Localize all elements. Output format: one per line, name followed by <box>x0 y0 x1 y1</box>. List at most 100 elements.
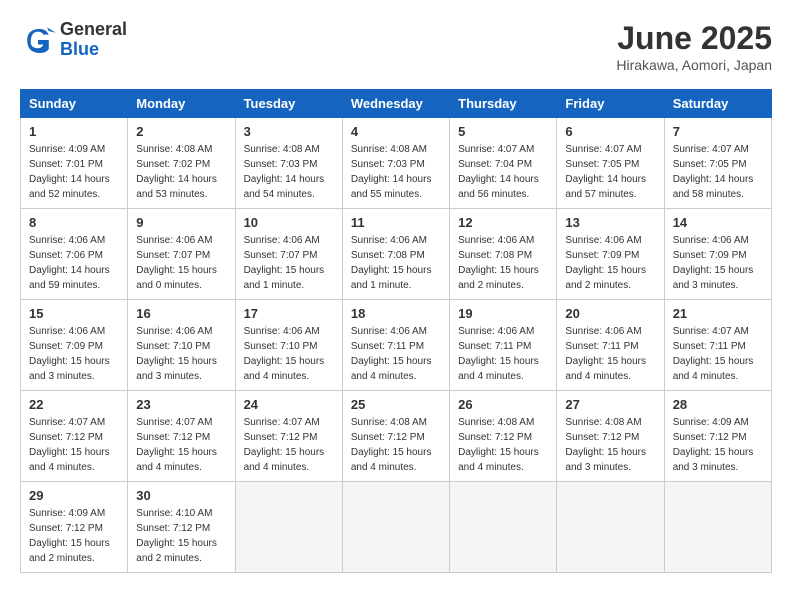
day-info: Sunrise: 4:06 AMSunset: 7:10 PMDaylight:… <box>244 324 334 384</box>
day-info: Sunrise: 4:06 AMSunset: 7:09 PMDaylight:… <box>565 233 655 293</box>
header-day-sunday: Sunday <box>21 90 128 118</box>
calendar-header: SundayMondayTuesdayWednesdayThursdayFrid… <box>21 90 772 118</box>
page-header: General Blue June 2025 Hirakawa, Aomori,… <box>20 20 772 73</box>
calendar-cell: 5 Sunrise: 4:07 AMSunset: 7:04 PMDayligh… <box>450 118 557 209</box>
day-number: 10 <box>244 215 334 230</box>
calendar-cell: 8 Sunrise: 4:06 AMSunset: 7:06 PMDayligh… <box>21 209 128 300</box>
title-area: June 2025 Hirakawa, Aomori, Japan <box>616 20 772 73</box>
calendar-cell: 9 Sunrise: 4:06 AMSunset: 7:07 PMDayligh… <box>128 209 235 300</box>
calendar-body: 1 Sunrise: 4:09 AMSunset: 7:01 PMDayligh… <box>21 118 772 573</box>
day-info: Sunrise: 4:06 AMSunset: 7:11 PMDaylight:… <box>351 324 441 384</box>
day-number: 26 <box>458 397 548 412</box>
day-number: 29 <box>29 488 119 503</box>
calendar-cell: 22 Sunrise: 4:07 AMSunset: 7:12 PMDaylig… <box>21 391 128 482</box>
calendar-cell: 29 Sunrise: 4:09 AMSunset: 7:12 PMDaylig… <box>21 482 128 573</box>
day-info: Sunrise: 4:08 AMSunset: 7:12 PMDaylight:… <box>458 415 548 475</box>
day-info: Sunrise: 4:06 AMSunset: 7:11 PMDaylight:… <box>458 324 548 384</box>
day-info: Sunrise: 4:06 AMSunset: 7:08 PMDaylight:… <box>351 233 441 293</box>
day-number: 21 <box>673 306 763 321</box>
day-info: Sunrise: 4:08 AMSunset: 7:12 PMDaylight:… <box>565 415 655 475</box>
calendar-cell: 2 Sunrise: 4:08 AMSunset: 7:02 PMDayligh… <box>128 118 235 209</box>
day-number: 24 <box>244 397 334 412</box>
day-info: Sunrise: 4:06 AMSunset: 7:11 PMDaylight:… <box>565 324 655 384</box>
calendar-cell: 13 Sunrise: 4:06 AMSunset: 7:09 PMDaylig… <box>557 209 664 300</box>
day-info: Sunrise: 4:07 AMSunset: 7:11 PMDaylight:… <box>673 324 763 384</box>
day-info: Sunrise: 4:10 AMSunset: 7:12 PMDaylight:… <box>136 506 226 566</box>
logo-general-text: General <box>60 20 127 40</box>
calendar-cell: 14 Sunrise: 4:06 AMSunset: 7:09 PMDaylig… <box>664 209 771 300</box>
day-number: 15 <box>29 306 119 321</box>
calendar-cell: 3 Sunrise: 4:08 AMSunset: 7:03 PMDayligh… <box>235 118 342 209</box>
day-info: Sunrise: 4:09 AMSunset: 7:12 PMDaylight:… <box>673 415 763 475</box>
day-number: 3 <box>244 124 334 139</box>
day-info: Sunrise: 4:06 AMSunset: 7:07 PMDaylight:… <box>136 233 226 293</box>
day-number: 11 <box>351 215 441 230</box>
calendar-cell: 7 Sunrise: 4:07 AMSunset: 7:05 PMDayligh… <box>664 118 771 209</box>
day-number: 2 <box>136 124 226 139</box>
day-number: 22 <box>29 397 119 412</box>
logo-blue-text: Blue <box>60 40 127 60</box>
calendar-cell <box>235 482 342 573</box>
calendar-cell: 12 Sunrise: 4:06 AMSunset: 7:08 PMDaylig… <box>450 209 557 300</box>
day-number: 25 <box>351 397 441 412</box>
day-number: 19 <box>458 306 548 321</box>
logo: General Blue <box>20 20 127 60</box>
day-number: 12 <box>458 215 548 230</box>
day-number: 18 <box>351 306 441 321</box>
calendar-week-5: 29 Sunrise: 4:09 AMSunset: 7:12 PMDaylig… <box>21 482 772 573</box>
day-info: Sunrise: 4:07 AMSunset: 7:05 PMDaylight:… <box>565 142 655 202</box>
header-day-monday: Monday <box>128 90 235 118</box>
calendar-cell: 4 Sunrise: 4:08 AMSunset: 7:03 PMDayligh… <box>342 118 449 209</box>
calendar-week-2: 8 Sunrise: 4:06 AMSunset: 7:06 PMDayligh… <box>21 209 772 300</box>
calendar-cell: 1 Sunrise: 4:09 AMSunset: 7:01 PMDayligh… <box>21 118 128 209</box>
calendar-cell: 28 Sunrise: 4:09 AMSunset: 7:12 PMDaylig… <box>664 391 771 482</box>
day-info: Sunrise: 4:08 AMSunset: 7:03 PMDaylight:… <box>244 142 334 202</box>
calendar-cell <box>557 482 664 573</box>
day-info: Sunrise: 4:06 AMSunset: 7:09 PMDaylight:… <box>673 233 763 293</box>
day-number: 14 <box>673 215 763 230</box>
calendar-cell: 10 Sunrise: 4:06 AMSunset: 7:07 PMDaylig… <box>235 209 342 300</box>
calendar-cell: 18 Sunrise: 4:06 AMSunset: 7:11 PMDaylig… <box>342 300 449 391</box>
day-info: Sunrise: 4:06 AMSunset: 7:06 PMDaylight:… <box>29 233 119 293</box>
day-info: Sunrise: 4:06 AMSunset: 7:09 PMDaylight:… <box>29 324 119 384</box>
day-number: 27 <box>565 397 655 412</box>
day-number: 20 <box>565 306 655 321</box>
day-info: Sunrise: 4:07 AMSunset: 7:12 PMDaylight:… <box>136 415 226 475</box>
day-number: 7 <box>673 124 763 139</box>
day-number: 16 <box>136 306 226 321</box>
day-number: 30 <box>136 488 226 503</box>
calendar-cell <box>342 482 449 573</box>
calendar-cell <box>664 482 771 573</box>
calendar-week-1: 1 Sunrise: 4:09 AMSunset: 7:01 PMDayligh… <box>21 118 772 209</box>
calendar-cell: 19 Sunrise: 4:06 AMSunset: 7:11 PMDaylig… <box>450 300 557 391</box>
day-info: Sunrise: 4:09 AMSunset: 7:01 PMDaylight:… <box>29 142 119 202</box>
month-title: June 2025 <box>616 20 772 57</box>
day-number: 5 <box>458 124 548 139</box>
day-number: 1 <box>29 124 119 139</box>
calendar-cell: 11 Sunrise: 4:06 AMSunset: 7:08 PMDaylig… <box>342 209 449 300</box>
day-number: 23 <box>136 397 226 412</box>
day-number: 9 <box>136 215 226 230</box>
calendar-cell: 23 Sunrise: 4:07 AMSunset: 7:12 PMDaylig… <box>128 391 235 482</box>
day-info: Sunrise: 4:07 AMSunset: 7:12 PMDaylight:… <box>29 415 119 475</box>
calendar-week-4: 22 Sunrise: 4:07 AMSunset: 7:12 PMDaylig… <box>21 391 772 482</box>
calendar-cell: 15 Sunrise: 4:06 AMSunset: 7:09 PMDaylig… <box>21 300 128 391</box>
header-day-wednesday: Wednesday <box>342 90 449 118</box>
day-info: Sunrise: 4:08 AMSunset: 7:03 PMDaylight:… <box>351 142 441 202</box>
day-number: 8 <box>29 215 119 230</box>
day-info: Sunrise: 4:08 AMSunset: 7:02 PMDaylight:… <box>136 142 226 202</box>
day-number: 6 <box>565 124 655 139</box>
header-day-saturday: Saturday <box>664 90 771 118</box>
day-info: Sunrise: 4:07 AMSunset: 7:05 PMDaylight:… <box>673 142 763 202</box>
day-number: 17 <box>244 306 334 321</box>
day-number: 28 <box>673 397 763 412</box>
day-info: Sunrise: 4:06 AMSunset: 7:07 PMDaylight:… <box>244 233 334 293</box>
calendar-cell: 30 Sunrise: 4:10 AMSunset: 7:12 PMDaylig… <box>128 482 235 573</box>
calendar-cell: 27 Sunrise: 4:08 AMSunset: 7:12 PMDaylig… <box>557 391 664 482</box>
day-info: Sunrise: 4:07 AMSunset: 7:12 PMDaylight:… <box>244 415 334 475</box>
day-info: Sunrise: 4:08 AMSunset: 7:12 PMDaylight:… <box>351 415 441 475</box>
calendar-cell: 24 Sunrise: 4:07 AMSunset: 7:12 PMDaylig… <box>235 391 342 482</box>
calendar-cell: 17 Sunrise: 4:06 AMSunset: 7:10 PMDaylig… <box>235 300 342 391</box>
header-row: SundayMondayTuesdayWednesdayThursdayFrid… <box>21 90 772 118</box>
day-number: 13 <box>565 215 655 230</box>
